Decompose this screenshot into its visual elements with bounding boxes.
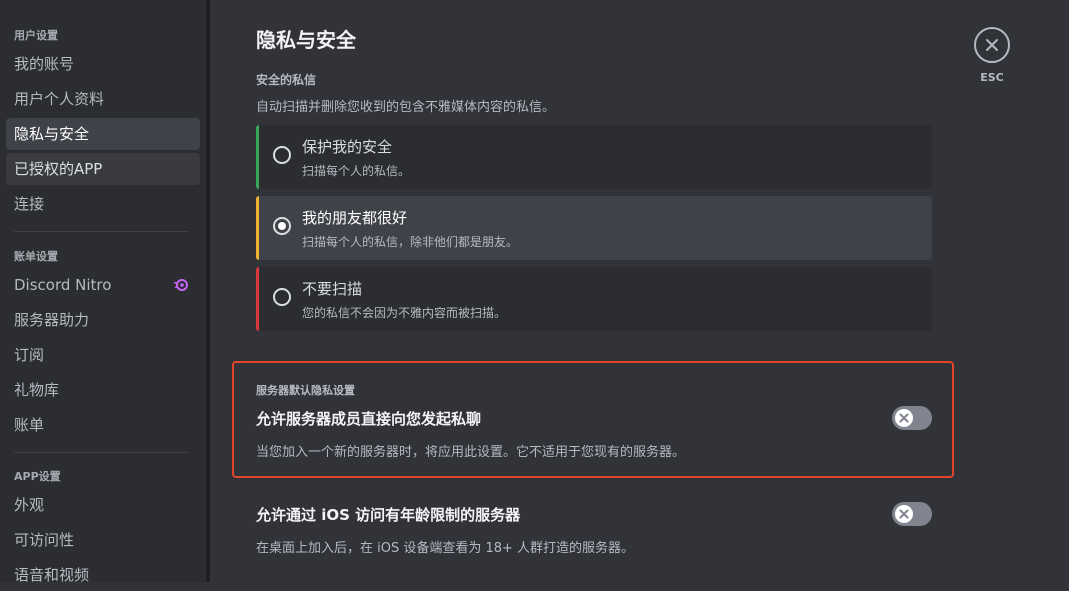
page-title: 隐私与安全 — [256, 28, 356, 52]
ios-age-description: 在桌面上加入后，在 iOS 设备端查看为 18+ 人群打造的服务器。 — [256, 541, 635, 556]
ios-age-toggle[interactable] — [892, 502, 932, 526]
radio-button[interactable] — [273, 288, 291, 306]
close-button[interactable] — [974, 27, 1010, 63]
close-icon — [986, 39, 998, 51]
sidebar-item-authorized-apps[interactable]: 已授权的APP — [6, 153, 200, 185]
app-settings-header: APP设置 — [14, 470, 61, 483]
radio-option-title: 保护我的安全 — [302, 138, 393, 156]
radio-option-do-not-scan[interactable]: 不要扫描 您的私信不会因为不雅内容而被扫描。 — [256, 267, 932, 331]
esc-label: ESC — [980, 71, 1004, 84]
sidebar-item-appearance[interactable]: 外观 — [6, 489, 200, 521]
sidebar-item-billing[interactable]: 账单 — [6, 409, 200, 441]
sidebar-item-voice-video[interactable]: 语音和视频 — [6, 559, 200, 591]
safe-dm-label: 安全的私信 — [256, 73, 317, 87]
sidebar-item-discord-nitro[interactable]: Discord Nitro — [6, 269, 200, 301]
sidebar-item-server-boost[interactable]: 服务器助力 — [6, 304, 200, 336]
sidebar-item-subscriptions[interactable]: 订阅 — [6, 339, 200, 371]
server-dm-description: 当您加入一个新的服务器时，将应用此设置。它不适用于您现有的服务器。 — [256, 445, 686, 460]
safe-dm-description: 自动扫描并删除您收到的包含不雅媒体内容的私信。 — [256, 100, 556, 115]
sidebar-item-my-account[interactable]: 我的账号 — [6, 48, 200, 80]
sidebar-divider — [14, 452, 188, 453]
sidebar-item-user-profile[interactable]: 用户个人资料 — [6, 83, 200, 115]
billing-settings-header: 账单设置 — [14, 250, 58, 263]
radio-option-subtitle: 您的私信不会因为不雅内容而被扫描。 — [302, 306, 507, 320]
radio-option-subtitle: 扫描每个人的私信。 — [302, 164, 411, 178]
sidebar-item-gift-inventory[interactable]: 礼物库 — [6, 374, 200, 406]
sidebar-item-privacy-safety[interactable]: 隐私与安全 — [6, 118, 200, 150]
sidebar-item-label: Discord Nitro — [14, 276, 112, 294]
close-icon — [899, 509, 909, 519]
server-dm-setting-title: 允许服务器成员直接向您发起私聊 — [256, 410, 482, 428]
settings-sidebar: 用户设置 我的账号 用户个人资料 隐私与安全 已授权的APP 连接 账单设置 D… — [0, 0, 210, 584]
sidebar-item-connections[interactable]: 连接 — [6, 188, 200, 220]
user-settings-header: 用户设置 — [14, 29, 58, 42]
sidebar-item-accessibility[interactable]: 可访问性 — [6, 524, 200, 556]
radio-button-selected[interactable] — [273, 217, 291, 235]
sidebar-edge — [206, 0, 210, 582]
radio-selected-dot — [278, 222, 286, 230]
radio-button[interactable] — [273, 146, 291, 164]
radio-option-keep-me-safe[interactable]: 保护我的安全 扫描每个人的私信。 — [256, 125, 932, 189]
toggle-knob — [895, 409, 913, 427]
toggle-knob — [895, 505, 913, 523]
server-privacy-label: 服务器默认隐私设置 — [256, 384, 355, 397]
ios-age-setting-title: 允许通过 iOS 访问有年龄限制的服务器 — [256, 506, 521, 524]
radio-option-title: 我的朋友都很好 — [302, 209, 408, 227]
nitro-icon — [174, 279, 188, 291]
server-dm-toggle[interactable] — [892, 406, 932, 430]
radio-option-friends-are-nice[interactable]: 我的朋友都很好 扫描每个人的私信，除非他们都是朋友。 — [256, 196, 932, 260]
close-icon — [899, 413, 909, 423]
radio-option-subtitle: 扫描每个人的私信，除非他们都是朋友。 — [302, 235, 519, 249]
radio-option-title: 不要扫描 — [302, 280, 363, 298]
sidebar-divider — [14, 231, 188, 232]
